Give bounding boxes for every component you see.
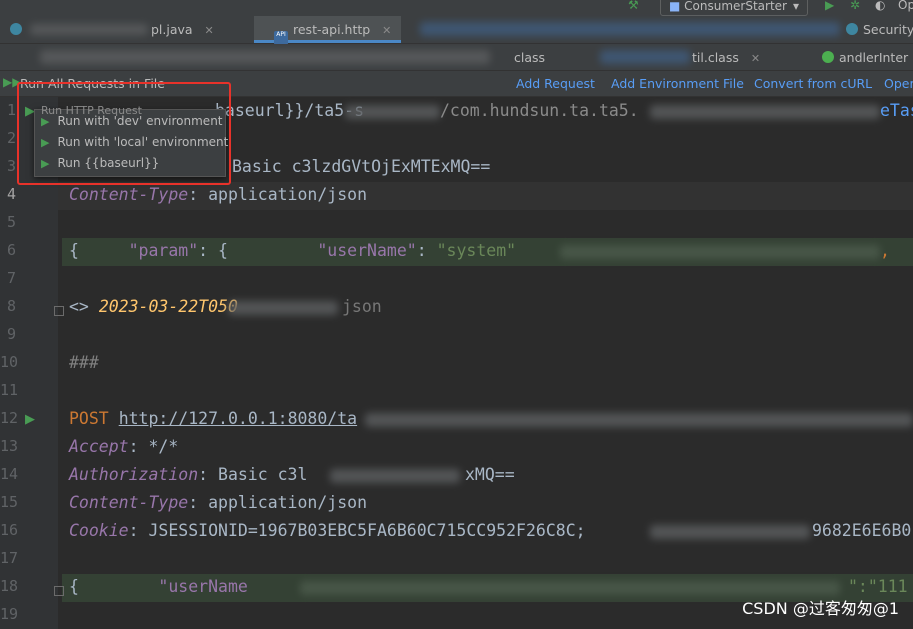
- open-label[interactable]: Ope: [898, 0, 913, 12]
- http-file-icon: API: [274, 31, 288, 45]
- line-number: 8: [6, 297, 16, 315]
- tab-label: class: [514, 50, 546, 65]
- run-config-selector[interactable]: ■ ConsumerStarter ▾: [660, 0, 809, 16]
- close-icon[interactable]: ✕: [205, 24, 214, 37]
- code-line-8-end: json: [342, 297, 382, 316]
- fold-icon[interactable]: [54, 586, 64, 596]
- line-number: 19: [0, 605, 19, 623]
- debug-icon[interactable]: ✲: [850, 0, 860, 12]
- code-line-1-path: /com.hundsun.ta.ta5.: [440, 101, 639, 120]
- tab-impl-java[interactable]: pl.java ✕: [10, 16, 214, 43]
- add-request-link[interactable]: Add Request: [516, 76, 595, 91]
- tab-label: til.class: [692, 50, 739, 65]
- convert-from-curl-link[interactable]: Convert from cURL: [754, 76, 872, 91]
- line-number: 13: [0, 437, 19, 455]
- line-number: 6: [6, 241, 16, 259]
- code-line-4: Content-Type: application/json: [69, 185, 368, 204]
- tab-class[interactable]: class: [514, 44, 545, 71]
- line-number: 15: [0, 493, 19, 511]
- tab-label: andlerInter: [839, 50, 909, 65]
- coverage-icon[interactable]: ◐: [875, 0, 885, 12]
- add-environment-file-link[interactable]: Add Environment File: [611, 76, 744, 91]
- class-icon: [822, 51, 834, 63]
- close-icon[interactable]: ✕: [382, 24, 391, 37]
- fold-icon[interactable]: [54, 306, 64, 316]
- code-line-6: { "param": { "userName": "system": [69, 241, 517, 260]
- line-number: 2: [6, 129, 16, 147]
- annotation-highlight-box: [17, 82, 231, 185]
- run-icon[interactable]: ▶: [825, 0, 834, 12]
- hammer-icon[interactable]: ⚒: [628, 0, 639, 12]
- watermark: CSDN @过客匆匆@1: [742, 599, 899, 618]
- line-number: 5: [6, 213, 16, 231]
- line-number: 3: [6, 157, 16, 175]
- tab-rest-api-http[interactable]: API rest-api.http ✕: [254, 16, 402, 45]
- code-line-18: { "userName: [69, 577, 248, 596]
- code-line-14-end: xMQ==: [465, 465, 515, 484]
- code-line-14: Authorization: Basic c3l: [69, 465, 308, 484]
- line-number: 10: [0, 353, 19, 371]
- code-line-16-end: 9682E6E6B0: [812, 521, 912, 540]
- code-line-1-end: eTas: [880, 101, 913, 120]
- tab-util-class[interactable]: til.class ✕: [692, 44, 760, 71]
- code-line-15: Content-Type: application/json: [69, 493, 368, 512]
- code-line-1: baseurl}}/ta5-s: [215, 101, 365, 120]
- tab-label: rest-api.http: [293, 22, 371, 37]
- editor-tabs-row2: class til.class ✕ andlerInter: [0, 44, 913, 71]
- code-line-10: ###: [69, 353, 99, 372]
- line-number: 16: [0, 521, 19, 539]
- run-config-label: ConsumerStarter: [684, 0, 787, 13]
- code-line-8: <> 2023-03-22T050: [69, 297, 238, 316]
- code-line-16: Cookie: JSESSIONID=1967B03EBC5FA6B60C715…: [69, 521, 586, 540]
- tab-securityinterceptor[interactable]: SecurityIn: [846, 16, 913, 43]
- editor-tabs-row1: pl.java ✕ API rest-api.http ✕ SecurityIn: [0, 16, 913, 45]
- close-icon[interactable]: ✕: [751, 52, 760, 65]
- code-line-12: POST http://127.0.0.1:8080/ta: [69, 409, 358, 428]
- class-icon: [10, 23, 22, 35]
- line-number: 11: [0, 381, 19, 399]
- code-line-6-end: ,: [880, 241, 890, 260]
- line-number: 14: [0, 465, 19, 483]
- line-number: 7: [6, 269, 16, 287]
- line-number: 1: [6, 101, 16, 119]
- run-request-gutter-icon[interactable]: ▶: [25, 412, 35, 427]
- open-log-link[interactable]: Oper: [884, 76, 913, 91]
- tab-label: SecurityIn: [863, 22, 913, 37]
- line-number: 4: [6, 185, 16, 203]
- code-line-3: Basic c3lzdGVtOjExMTExMQ==: [232, 157, 491, 176]
- tab-label: pl.java: [150, 22, 193, 37]
- class-icon: [846, 23, 858, 35]
- line-number: 12: [0, 409, 19, 427]
- line-number: 9: [6, 325, 16, 343]
- tab-handler-interceptor[interactable]: andlerInter: [822, 44, 908, 71]
- line-number: 17: [0, 549, 19, 567]
- code-line-13: Accept: */*: [69, 437, 179, 456]
- line-number: 18: [0, 577, 19, 595]
- top-toolbar: ⚒ ■ ConsumerStarter▾ ▶ ✲ ◐ Ope: [0, 0, 913, 16]
